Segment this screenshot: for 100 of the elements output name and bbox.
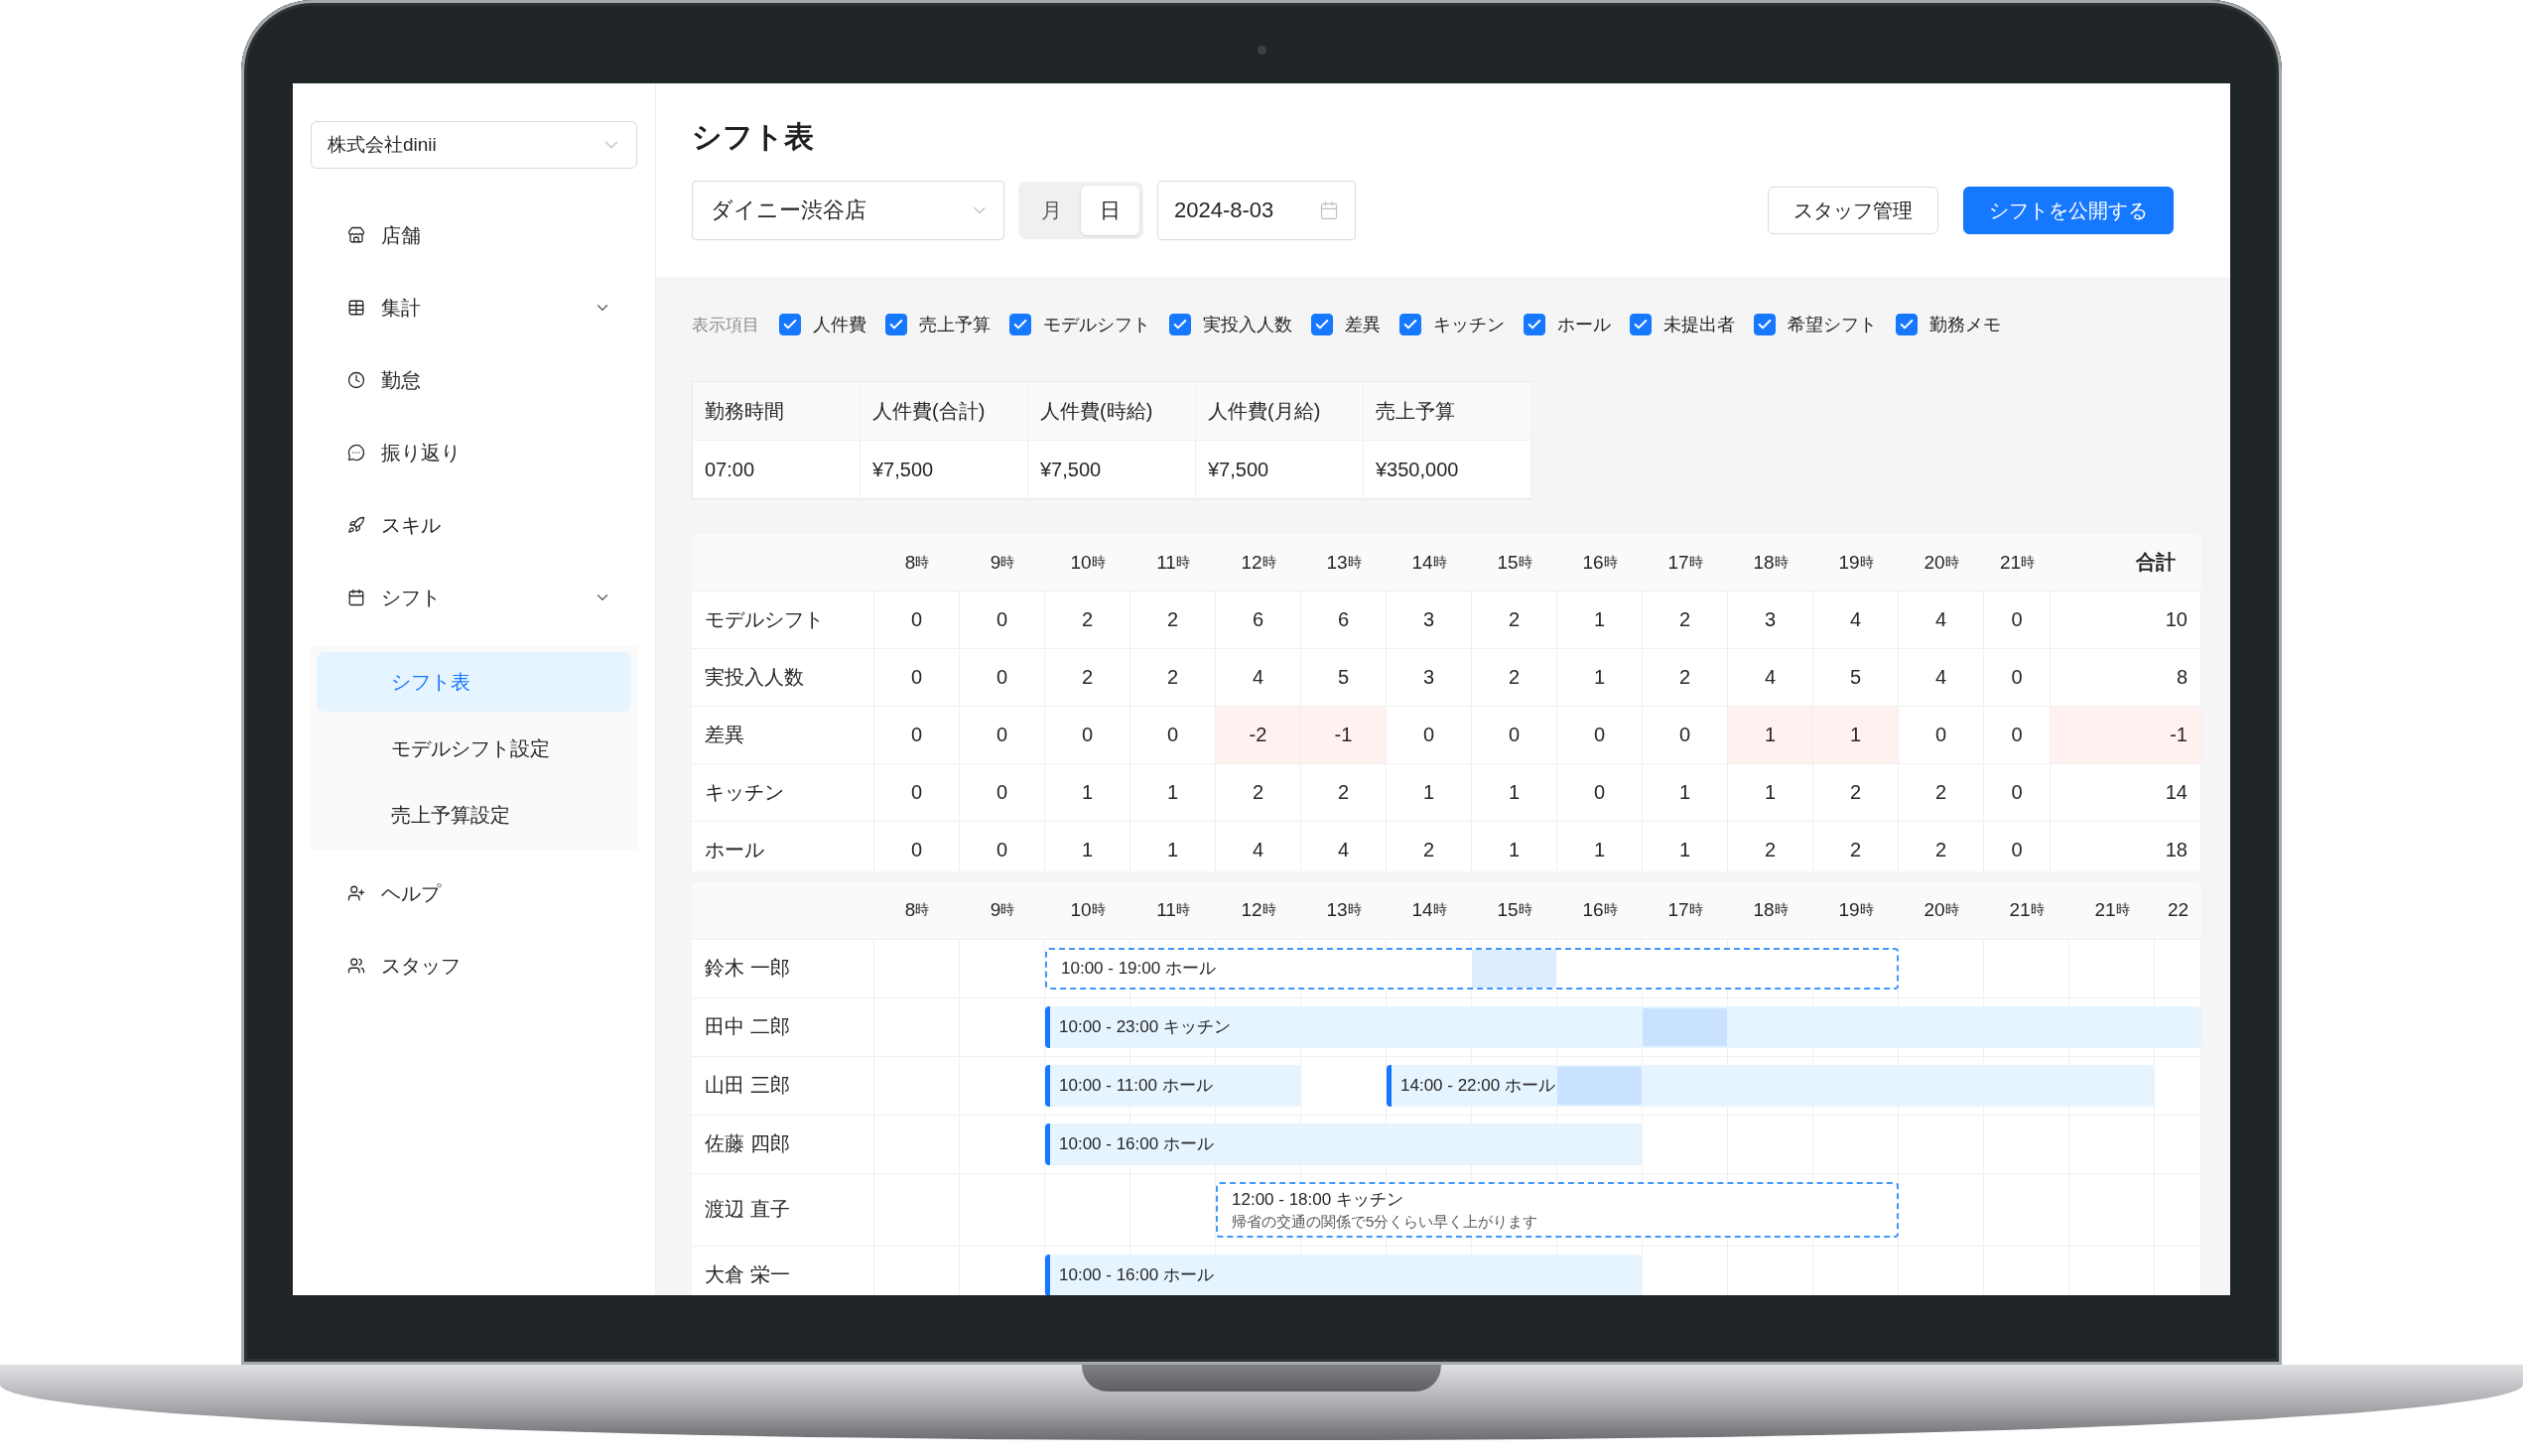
sidebar-item[interactable]: スタッフ (311, 936, 637, 995)
store-select[interactable]: ダイニー渋谷店 (692, 181, 1004, 240)
table-cell: 8 (2051, 649, 2201, 706)
table-cell: 1 (1045, 822, 1130, 871)
table-grid-icon (347, 299, 365, 317)
sidebar-item[interactable]: 集計 (311, 278, 637, 337)
checkbox-label: 人件費 (813, 314, 866, 336)
checkbox[interactable] (1524, 314, 1545, 335)
column-header: 16時 (1581, 898, 1619, 923)
shift-bar[interactable]: 14:00 - 22:00 ホール (1387, 1064, 2155, 1107)
column-header: 11時 (1155, 898, 1191, 923)
table-cell: 10 (2051, 592, 2201, 648)
table-cell: 2 (1813, 764, 1899, 821)
checkbox[interactable] (1754, 314, 1776, 335)
table-cell: 2 (1643, 592, 1728, 648)
sidebar-item[interactable]: 勤怠 (311, 350, 637, 410)
table-cell: 14 (2051, 764, 2201, 821)
submenu-item[interactable]: モデルシフト設定 (317, 719, 631, 778)
shift-bar[interactable]: 12:00 - 18:00 キッチン 帰省の交通の関係で5分くらい早く上がります (1216, 1181, 1899, 1238)
table-cell: 2 (1472, 649, 1557, 706)
checkbox-label: 実投入人数 (1203, 314, 1292, 336)
staff-name: 佐藤 四郎 (692, 1115, 874, 1173)
shift-bar[interactable]: 10:00 - 11:00 ホール (1045, 1064, 1301, 1107)
table-cell: 4 (1899, 592, 1984, 648)
table-cell: 1 (1472, 764, 1557, 821)
options-label: 表示項目 (692, 314, 759, 336)
table-cell: 2 (1045, 649, 1130, 706)
staff-name: 渡辺 直子 (692, 1173, 874, 1246)
checkbox[interactable] (1169, 314, 1191, 335)
column-header: 21時 (2093, 898, 2131, 923)
column-header: 21時 (2008, 898, 2046, 923)
table-cell: 5 (1301, 649, 1387, 706)
table-cell: 0 (1984, 649, 2051, 706)
action-button[interactable]: スタッフ管理 (1768, 187, 1938, 234)
submenu-item[interactable]: 売上予算設定 (317, 785, 631, 845)
column-header: 人件費(合計) (861, 382, 1028, 441)
shift-bar[interactable]: 10:00 - 16:00 ホール (1045, 1254, 1643, 1295)
view-tab[interactable]: 月 (1022, 186, 1081, 235)
table-cell: 1 (1472, 822, 1557, 871)
calendar-icon (1319, 200, 1339, 220)
table-cell: 4 (1216, 649, 1301, 706)
sidebar-item[interactable]: シフト (311, 568, 637, 627)
table-cell: ¥7,500 (1028, 441, 1196, 498)
shift-bar[interactable]: 10:00 - 19:00 ホール (1045, 947, 1899, 990)
table-cell: 3 (1387, 649, 1472, 706)
view-tab[interactable]: 日 (1081, 186, 1139, 235)
table-cell: 1 (1557, 822, 1643, 871)
table-cell: 5 (1813, 649, 1899, 706)
table-cell: 0 (1387, 707, 1472, 763)
table-cell: 2 (1216, 764, 1301, 821)
column-header: 8時 (903, 550, 931, 575)
checkbox[interactable] (1311, 314, 1333, 335)
store-icon (347, 226, 365, 244)
column-header: 9時 (989, 898, 1016, 923)
column-header: 18時 (1752, 550, 1790, 575)
table-cell: 0 (960, 592, 1045, 648)
sidebar-item[interactable]: 振り返り (311, 423, 637, 482)
column-header: 12時 (1240, 898, 1277, 923)
action-button[interactable]: シフトを公開する (1963, 187, 2174, 234)
table-cell: 2 (1387, 822, 1472, 871)
staff-name: 田中 二郎 (692, 997, 874, 1056)
checkbox-label: 差異 (1345, 314, 1381, 336)
sidebar-item[interactable]: ヘルプ (311, 863, 637, 923)
table-cell: 1 (1045, 764, 1130, 821)
checkbox[interactable] (1009, 314, 1031, 335)
checkbox[interactable] (1630, 314, 1652, 335)
row-header: キッチン (692, 764, 874, 821)
column-header: 13時 (1325, 550, 1363, 575)
table-cell: 1 (1643, 764, 1728, 821)
checkbox-label: 未提出者 (1663, 314, 1735, 336)
checkbox[interactable] (779, 314, 801, 335)
shift-note: 帰省の交通の関係で5分くらい早く上がります (1232, 1211, 1538, 1232)
submenu-item[interactable]: シフト表 (317, 652, 631, 712)
date-field[interactable]: 2024-8-03 (1157, 181, 1356, 240)
shift-label: 10:00 - 16:00 ホール (1059, 1132, 1214, 1155)
checkbox-label: 希望シフト (1788, 314, 1877, 336)
checkbox-label: 勤務メモ (1929, 314, 2001, 336)
column-header: 20時 (1923, 898, 1960, 923)
checkbox[interactable] (1399, 314, 1421, 335)
column-header: 人件費(時給) (1028, 382, 1196, 441)
sidebar-item[interactable]: 店舗 (311, 205, 637, 265)
shift-bar[interactable]: 10:00 - 23:00 キッチン (1045, 1005, 2201, 1048)
column-header: 15時 (1496, 550, 1533, 575)
clock-icon (347, 371, 365, 389)
company-select[interactable]: 株式会社dinii (311, 121, 637, 169)
table-cell: 1 (1557, 592, 1643, 648)
checkbox[interactable] (885, 314, 907, 335)
table-cell: 4 (1216, 822, 1301, 871)
sidebar-item[interactable]: スキル (311, 495, 637, 555)
shift-bar[interactable]: 10:00 - 16:00 ホール (1045, 1123, 1643, 1165)
camera-dot-icon (1258, 46, 1266, 55)
table-cell: 2 (1301, 764, 1387, 821)
checkbox[interactable] (1896, 314, 1918, 335)
checkbox-label: 売上予算 (919, 314, 991, 336)
users-icon (347, 957, 365, 975)
column-header: 8時 (903, 898, 931, 923)
column-header: 20時 (1923, 550, 1960, 575)
table-cell: 4 (1813, 592, 1899, 648)
column-header: 14時 (1410, 550, 1448, 575)
table-cell: 1 (1643, 822, 1728, 871)
